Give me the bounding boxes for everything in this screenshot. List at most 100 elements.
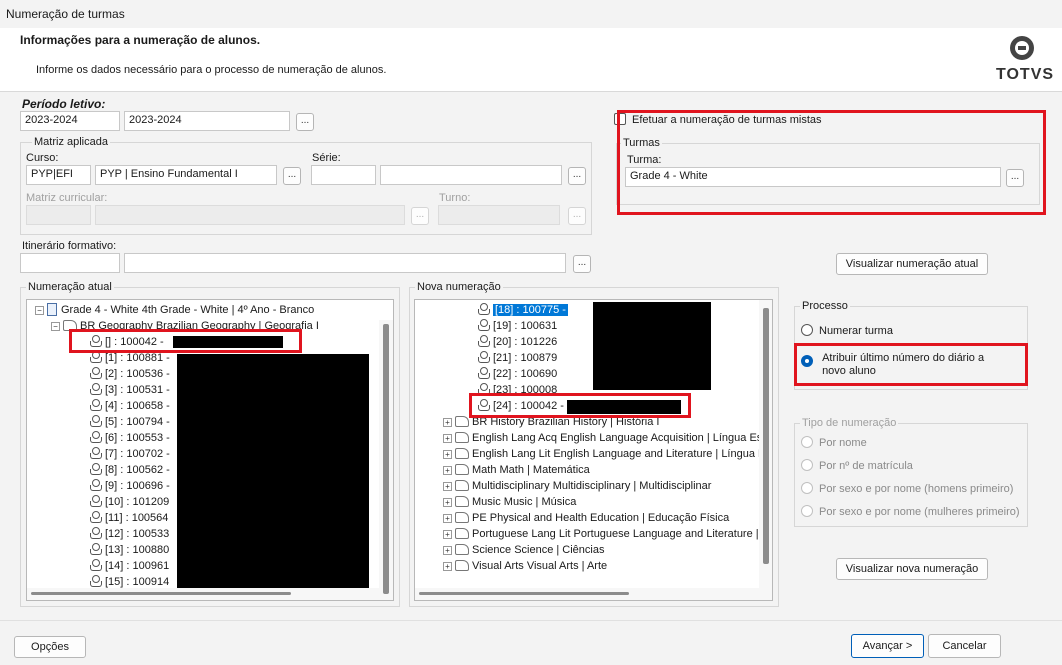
itinerario-name-field[interactable] (124, 253, 566, 273)
horizontal-scrollbar[interactable] (415, 588, 772, 600)
tree-root[interactable]: − Grade 4 - White 4th Grade - White | 4º … (35, 302, 314, 318)
nova-numeracao-title: Nova numeração (415, 281, 503, 293)
nova-numeracao-tree[interactable]: [18] : 100775 - [19] : 100631 [20] : 1012… (414, 299, 773, 601)
student-icon (89, 495, 102, 507)
tree-student[interactable]: [21] : 100879 (477, 350, 557, 366)
collapse-icon[interactable]: − (35, 306, 44, 315)
tree-student[interactable]: [9] : 100696 - (89, 478, 170, 494)
subject-label: English Lang Acq English Language Acquis… (472, 432, 770, 444)
periodo-lookup-button[interactable]: ... (296, 113, 314, 131)
serie-name-field[interactable] (380, 165, 562, 185)
student-label: [20] : 101226 (493, 336, 558, 348)
tree-subject[interactable]: + Visual Arts Visual Arts | Arte (443, 558, 607, 574)
student-icon (89, 559, 102, 571)
subject-label: Music Music | Música (472, 496, 577, 508)
student-label: [8] : 100562 - (105, 464, 170, 476)
itinerario-lookup-button[interactable]: ... (573, 255, 591, 273)
student-label: [10] : 101209 (105, 496, 170, 508)
class-icon (47, 303, 57, 316)
tipo-option: Por nome (801, 436, 867, 449)
expand-icon[interactable]: + (443, 530, 452, 539)
tree-student[interactable]: [5] : 100794 - (89, 414, 170, 430)
book-icon (455, 416, 469, 427)
serie-label: Série: (312, 152, 341, 164)
horizontal-scrollbar[interactable] (27, 588, 379, 600)
expand-icon[interactable]: + (443, 482, 452, 491)
cancelar-button[interactable]: Cancelar (928, 634, 1001, 658)
expand-icon[interactable]: + (443, 562, 452, 571)
tree-subject[interactable]: + Portuguese Lang Lit Portuguese Language… (443, 526, 759, 542)
tree-student[interactable]: [13] : 100880 (89, 542, 169, 558)
serie-code-field[interactable] (311, 165, 376, 185)
collapse-icon[interactable]: − (51, 322, 60, 331)
curso-code-field[interactable]: PYP|EFI (26, 165, 91, 185)
tipo-option: Por sexo e por nome (mulheres primeiro) (801, 505, 1020, 518)
student-icon (89, 415, 102, 427)
tree-subject[interactable]: + PE Physical and Health Education | Educ… (443, 510, 729, 526)
tree-student[interactable]: [11] : 100564 (89, 510, 168, 526)
redaction (177, 354, 369, 588)
tree-student[interactable]: [19] : 100631 (477, 318, 557, 334)
expand-icon[interactable]: + (443, 450, 452, 459)
serie-lookup-button[interactable]: ... (568, 167, 586, 185)
scroll-thumb[interactable] (383, 324, 389, 594)
radio-label: Por nº de matrícula (819, 460, 913, 472)
tree-subject[interactable]: + Math Math | Matemática (443, 462, 590, 478)
subject-label: Science Science | Ciências (472, 544, 605, 556)
subject-label: Multidisciplinary Multidisciplinary | Mu… (472, 480, 712, 492)
tree-student[interactable]: [6] : 100553 - (89, 430, 170, 446)
tree-subject[interactable]: + English Lang Lit English Language and L… (443, 446, 771, 462)
periodo-name-field[interactable]: 2023-2024 (124, 111, 290, 131)
student-icon (89, 431, 102, 443)
vertical-scrollbar[interactable] (379, 320, 393, 600)
student-label: [19] : 100631 (493, 320, 558, 332)
itinerario-code-field[interactable] (20, 253, 120, 273)
tree-student[interactable]: [12] : 100533 (89, 526, 169, 542)
tree-subject[interactable]: + Music Music | Música (443, 494, 576, 510)
tree-student[interactable]: [8] : 100562 - (89, 462, 170, 478)
vertical-scrollbar[interactable] (759, 300, 772, 588)
footer-divider (0, 620, 1062, 621)
expand-icon[interactable]: + (443, 514, 452, 523)
expand-icon[interactable]: + (443, 498, 452, 507)
expand-icon[interactable]: + (443, 466, 452, 475)
expand-icon[interactable]: + (443, 434, 452, 443)
scroll-thumb[interactable] (763, 308, 769, 564)
curso-lookup-button[interactable]: ... (283, 167, 301, 185)
visualizar-nova-button[interactable]: Visualizar nova numeração (836, 558, 988, 580)
tree-student[interactable]: [10] : 101209 (89, 494, 169, 510)
highlight-box-atual (69, 329, 302, 353)
student-label: [2] : 100536 - (105, 368, 170, 380)
matriz-name-field (95, 205, 405, 225)
tipo-title: Tipo de numeração (800, 417, 899, 429)
itinerario-label: Itinerário formativo: (22, 240, 117, 252)
expand-icon[interactable]: + (443, 418, 452, 427)
visualizar-atual-button[interactable]: Visualizar numeração atual (836, 253, 988, 275)
tree-subject[interactable]: + Multidisciplinary Multidisciplinary | M… (443, 478, 711, 494)
radio-numerar[interactable] (801, 324, 813, 336)
tree-student[interactable]: [3] : 100531 - (89, 382, 170, 398)
tree-student[interactable]: [2] : 100536 - (89, 366, 170, 382)
tree-subject[interactable]: + Science Science | Ciências (443, 542, 604, 558)
book-icon (455, 448, 469, 459)
scroll-thumb[interactable] (419, 592, 629, 595)
periodo-code-field[interactable]: 2023-2024 (20, 111, 120, 131)
tree-student[interactable]: [4] : 100658 - (89, 398, 170, 414)
turno-field (438, 205, 560, 225)
student-icon (89, 479, 102, 491)
curso-name-field[interactable]: PYP | Ensino Fundamental I (95, 165, 277, 185)
scroll-thumb[interactable] (31, 592, 291, 595)
tree-student[interactable]: [14] : 100961 (89, 558, 169, 574)
student-label: [5] : 100794 - (105, 416, 170, 428)
matriz-group-title: Matriz aplicada (32, 136, 110, 148)
tree-student[interactable]: [20] : 101226 (477, 334, 557, 350)
student-icon (477, 303, 490, 315)
opcoes-button[interactable]: Opções (14, 636, 86, 658)
tree-subject[interactable]: + English Lang Acq English Language Acqui… (443, 430, 769, 446)
expand-icon[interactable]: + (443, 546, 452, 555)
processo-option-numerar[interactable]: Numerar turma (801, 324, 893, 337)
avancar-button[interactable]: Avançar > (851, 634, 924, 658)
tree-student[interactable]: [7] : 100702 - (89, 446, 170, 462)
tree-student[interactable]: [22] : 100690 (477, 366, 557, 382)
tree-student-selected[interactable]: [18] : 100775 - (477, 302, 568, 318)
